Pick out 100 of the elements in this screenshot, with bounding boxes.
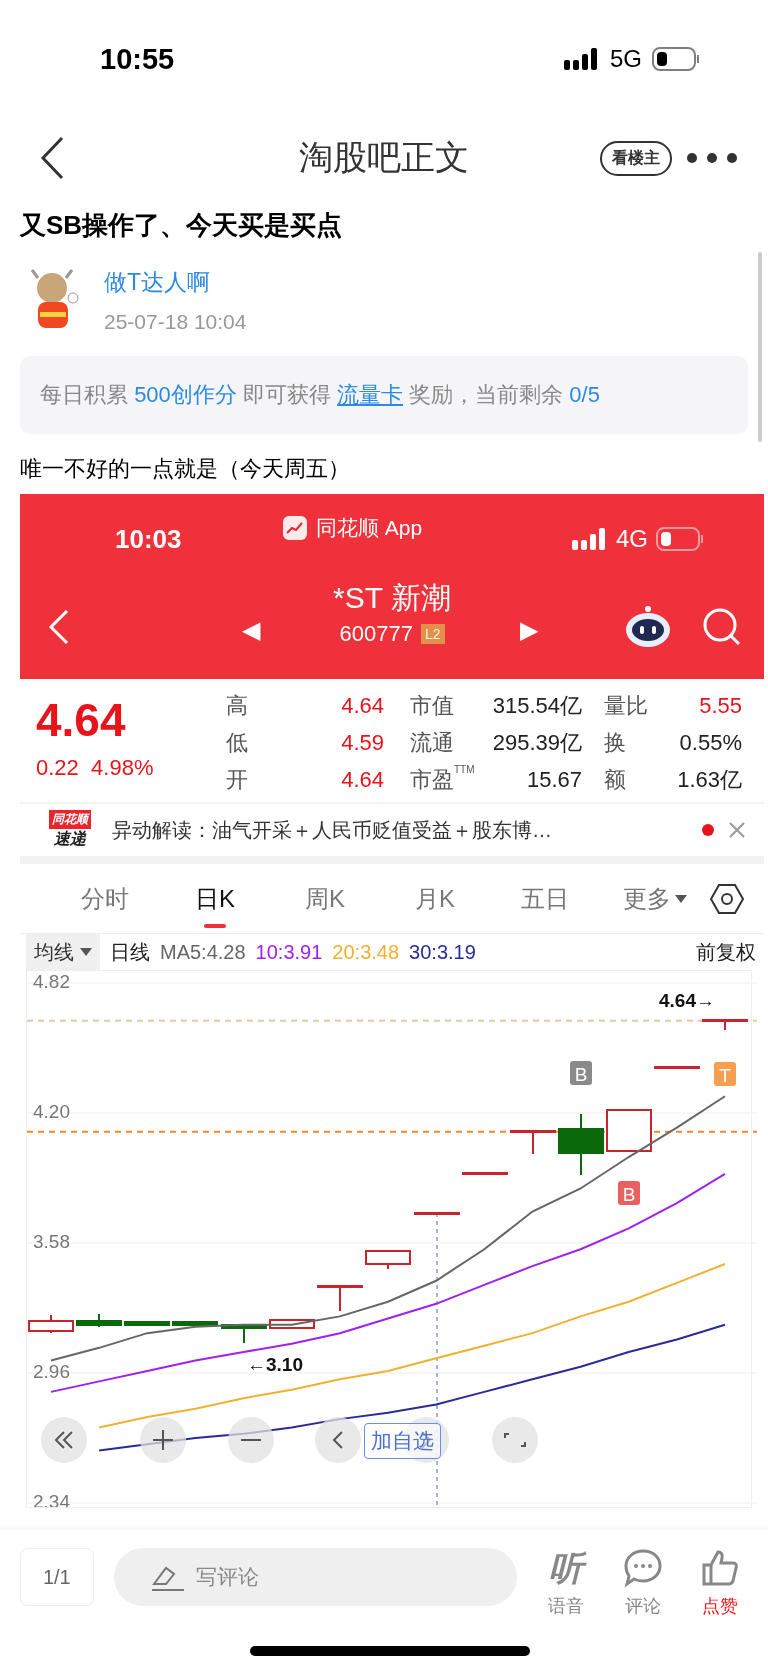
comment-button[interactable]: 评论 [614, 1548, 672, 1618]
moving-average-value: 30:3.19 [409, 940, 476, 964]
previous-button[interactable]: ◀ [242, 616, 261, 644]
unread-dot [702, 824, 714, 836]
chart-tab[interactable]: 分时 [50, 863, 160, 934]
network-label: 4G [616, 525, 648, 553]
close-icon[interactable] [728, 821, 746, 839]
axis-label: 4.20 [33, 1101, 70, 1122]
candlestick [172, 1321, 218, 1326]
voice-button[interactable]: 听 语音 [537, 1548, 595, 1618]
trade-marker: T [714, 1062, 736, 1086]
price-annotation: 4.64→ [659, 990, 715, 1011]
stock-price: 4.64 [36, 693, 127, 747]
page-title: 淘股吧正文 [299, 137, 469, 178]
zoom-in-icon[interactable] [140, 1417, 186, 1463]
candlestick [124, 1321, 170, 1326]
speech-bubble-icon [622, 1548, 663, 1588]
chart-tab[interactable]: 日K [160, 863, 270, 934]
reward-text: 每日积累 500创作分 即可获得 流量卡 奖励，当前剩余 0/5 [40, 381, 600, 409]
candlestick [654, 1066, 700, 1069]
indicator-dropdown[interactable]: 均线 [26, 933, 100, 971]
stock-name: *ST 新潮 [333, 580, 451, 616]
stat-label: 市盈$^{TTM}$ [410, 764, 475, 794]
stat-label: 开 [226, 765, 248, 794]
post-title: 又SB操作了、今天买是买点 [20, 209, 344, 242]
reward-link[interactable]: 流量卡 [337, 382, 404, 407]
candlestick [317, 1285, 363, 1312]
news-logo: 同花顺 [49, 810, 91, 829]
candlestick [28, 1314, 74, 1334]
search-icon[interactable] [702, 606, 742, 647]
stat-value: 15.67 [526, 766, 582, 793]
period-label: 日线 [110, 939, 150, 965]
stat-value: 4.64 [341, 766, 384, 793]
stat-label: 高 [226, 691, 248, 720]
signal-icon [564, 48, 600, 70]
app-logo-icon [282, 515, 308, 541]
candlestick [414, 1212, 460, 1215]
axis-label: 2.96 [33, 1361, 70, 1382]
post-date: 25-07-18 10:04 [104, 310, 247, 334]
author-name[interactable]: 做T达人啊 [104, 267, 247, 298]
candlestick [76, 1313, 122, 1328]
price-change: 0.22 4.98% [36, 755, 155, 781]
stat-label: 低 [226, 728, 248, 757]
comment-field[interactable]: 写评论 [113, 1548, 518, 1606]
owner-only-button[interactable]: 看楼主 [600, 140, 672, 176]
candlestick [462, 1172, 508, 1175]
stat-label: 换 [604, 728, 626, 757]
price-annotation: ←3.10 [247, 1354, 303, 1375]
app-name: 同花顺 App [316, 515, 423, 541]
trade-marker: B [570, 1061, 592, 1085]
network-label: 5G [610, 45, 642, 73]
more-icon[interactable] [686, 152, 738, 164]
candlestick [269, 1319, 315, 1329]
stat-value: 1.63亿 [677, 765, 742, 794]
settings-icon[interactable] [710, 881, 744, 916]
candlestick [510, 1130, 556, 1155]
news-headline[interactable]: 异动解读：油气开采＋人民币贬值受益＋股东博… [112, 816, 552, 844]
axis-label: 4.82 [33, 971, 70, 992]
rewind-icon[interactable] [41, 1417, 87, 1463]
robot-icon[interactable] [624, 605, 672, 648]
axis-label: 3.58 [33, 1231, 70, 1252]
status-time: 10:03 [115, 523, 182, 555]
stat-label: 流通 [410, 728, 454, 757]
left-icon[interactable] [315, 1417, 361, 1463]
stat-value: 4.59 [341, 729, 384, 756]
battery-icon [652, 47, 700, 71]
battery-icon [656, 527, 704, 551]
back-icon[interactable] [40, 136, 66, 180]
stat-value: 0.55% [679, 729, 742, 756]
chart-tab[interactable]: 五日 [490, 863, 600, 934]
signal-icon [572, 528, 608, 550]
candlestick [558, 1113, 604, 1176]
chart-tab[interactable]: 周K [270, 863, 380, 934]
chart-tab[interactable]: 更多 [600, 863, 710, 934]
caret-icon [80, 948, 92, 956]
stat-label: 量比 [604, 691, 648, 720]
add-watchlist-button[interactable]: 加自选 [364, 1423, 441, 1459]
trade-marker: B [618, 1181, 640, 1205]
moving-average-value: 20:3.48 [332, 940, 400, 964]
stat-value: 315.54亿 [492, 691, 582, 720]
stat-value: 4.64 [341, 692, 384, 719]
news-logo: 速递 [54, 829, 86, 849]
like-button[interactable]: 点赞 [691, 1548, 748, 1618]
candlestick [365, 1250, 411, 1270]
stat-label: 市值 [410, 691, 454, 720]
candlestick [221, 1324, 267, 1344]
status-time: 10:55 [100, 42, 175, 76]
stat-label: 额 [604, 765, 626, 794]
chart-tab[interactable]: 月K [380, 863, 490, 934]
zoom-out-icon[interactable] [228, 1417, 274, 1463]
next-button[interactable]: ▶ [520, 616, 539, 644]
caret-icon [675, 894, 687, 903]
adjust-mode[interactable]: 前复权 [696, 938, 756, 966]
page-counter: 1/1 [20, 1548, 94, 1606]
candlestick [702, 1019, 748, 1031]
moving-average-value: MA5:4.28 [160, 940, 246, 964]
level-badge: L2 [420, 624, 445, 644]
candlestick [606, 1109, 652, 1152]
moving-average-value: 10:3.91 [255, 940, 323, 964]
stat-value: 295.39亿 [492, 728, 582, 757]
